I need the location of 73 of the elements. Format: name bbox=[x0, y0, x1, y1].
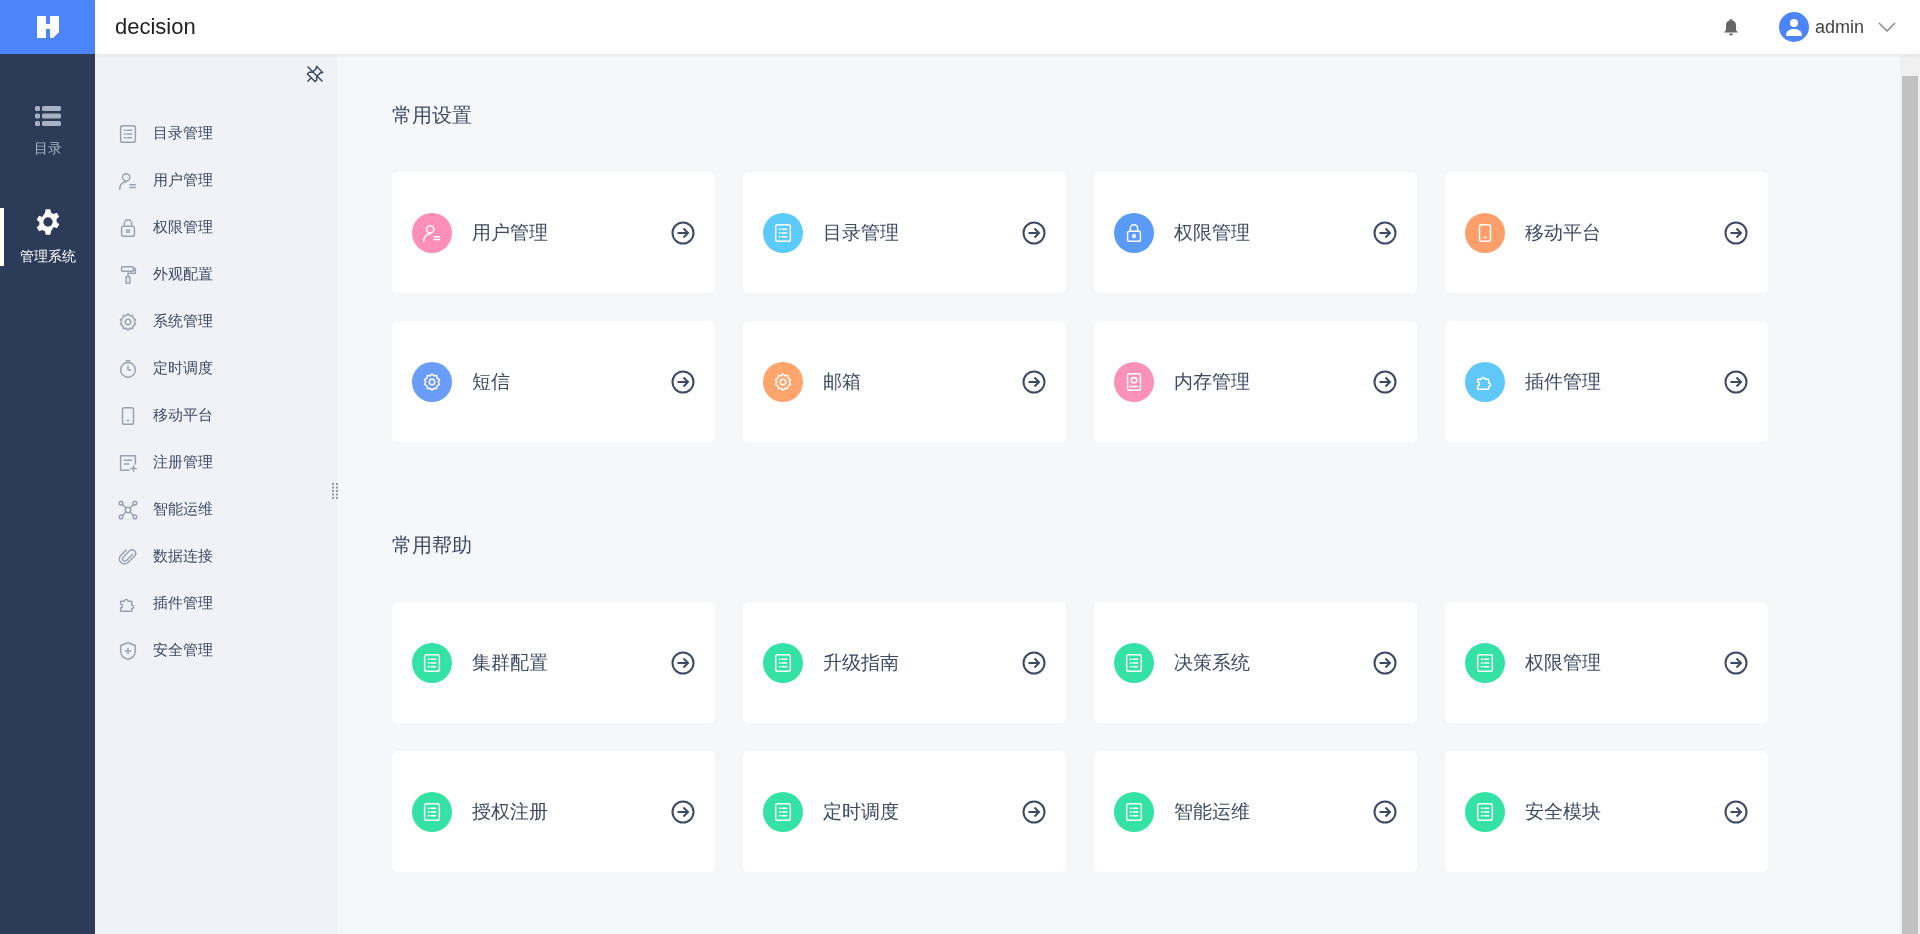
shortcut-card[interactable]: 决策系统 bbox=[1094, 602, 1417, 723]
shortcut-card[interactable]: 智能运维 bbox=[1094, 751, 1417, 872]
user-name[interactable]: admin bbox=[1814, 16, 1864, 38]
sidebar-item[interactable]: 智能运维 bbox=[95, 486, 337, 533]
shortcut-card[interactable]: 短信 bbox=[392, 321, 715, 442]
sidebar-item[interactable]: 定时调度 bbox=[95, 345, 337, 392]
arrow-right-icon[interactable] bbox=[671, 369, 695, 394]
list-icon bbox=[1123, 800, 1145, 823]
arrow-right-icon[interactable] bbox=[1724, 650, 1748, 675]
arrow-right-icon[interactable] bbox=[1373, 650, 1397, 675]
gear-icon bbox=[421, 370, 443, 393]
nav-tab[interactable]: 目录 bbox=[0, 104, 91, 158]
arrow-right-icon[interactable] bbox=[1022, 650, 1046, 675]
shortcut-card[interactable]: 升级指南 bbox=[743, 602, 1066, 723]
list-icon bbox=[117, 122, 139, 145]
avatar-icon[interactable] bbox=[1778, 12, 1809, 42]
arrow-right-icon[interactable] bbox=[1022, 220, 1046, 245]
arrow-right-icon[interactable] bbox=[1724, 799, 1748, 824]
app-title: decision bbox=[115, 14, 196, 40]
section-title: 常用设置 bbox=[392, 102, 473, 129]
drag-handle-icon[interactable] bbox=[331, 482, 339, 500]
shortcut-card[interactable]: 集群配置 bbox=[392, 602, 715, 723]
shortcut-card[interactable]: 内存管理 bbox=[1094, 321, 1417, 442]
shortcut-card[interactable]: 邮箱 bbox=[743, 321, 1066, 442]
gear-icon bbox=[117, 310, 139, 333]
nav-tab[interactable]: 管理系统 bbox=[0, 208, 91, 266]
list-icon bbox=[1474, 800, 1496, 823]
network-icon bbox=[117, 498, 139, 521]
list-icon bbox=[1474, 651, 1496, 674]
shortcut-card[interactable]: 权限管理 bbox=[1445, 602, 1768, 723]
chevron-down-icon[interactable] bbox=[1878, 22, 1896, 32]
sidebar-item[interactable]: 移动平台 bbox=[95, 392, 337, 439]
sidebar-item[interactable]: 插件管理 bbox=[95, 580, 337, 627]
arrow-right-icon[interactable] bbox=[1022, 369, 1046, 394]
unpin-icon[interactable] bbox=[305, 64, 325, 84]
sidebar-item[interactable]: 用户管理 bbox=[95, 157, 337, 204]
arrow-right-icon[interactable] bbox=[1373, 369, 1397, 394]
list-icon bbox=[1123, 651, 1145, 674]
arrow-right-icon[interactable] bbox=[671, 650, 695, 675]
section-title: 常用帮助 bbox=[392, 532, 473, 559]
list-icon bbox=[421, 651, 443, 674]
sidebar-item[interactable]: 注册管理 bbox=[95, 439, 337, 486]
arrow-right-icon[interactable] bbox=[1373, 220, 1397, 245]
shortcut-card[interactable]: 授权注册 bbox=[392, 751, 715, 872]
shortcut-card[interactable]: 定时调度 bbox=[743, 751, 1066, 872]
arrow-right-icon[interactable] bbox=[1724, 369, 1748, 394]
bell-icon[interactable] bbox=[1722, 18, 1739, 36]
shortcut-card[interactable]: 目录管理 bbox=[743, 172, 1066, 293]
arrow-right-icon[interactable] bbox=[1373, 799, 1397, 824]
arrow-right-icon[interactable] bbox=[671, 799, 695, 824]
list-icon bbox=[772, 221, 794, 244]
sidebar-item[interactable]: 系统管理 bbox=[95, 298, 337, 345]
shortcut-card[interactable]: 用户管理 bbox=[392, 172, 715, 293]
shortcut-card[interactable]: 插件管理 bbox=[1445, 321, 1768, 442]
sidebar-item[interactable]: 外观配置 bbox=[95, 251, 337, 298]
arrow-right-icon[interactable] bbox=[671, 220, 695, 245]
list-icon bbox=[772, 651, 794, 674]
sidebar-item[interactable]: 安全管理 bbox=[95, 627, 337, 674]
gear-icon bbox=[772, 370, 794, 393]
stopwatch-icon bbox=[117, 357, 139, 380]
shield-icon bbox=[117, 639, 139, 662]
shortcut-card[interactable]: 安全模块 bbox=[1445, 751, 1768, 872]
list-icon bbox=[421, 800, 443, 823]
list-icon bbox=[33, 104, 62, 128]
shortcut-card[interactable]: 移动平台 bbox=[1445, 172, 1768, 293]
list-icon bbox=[772, 800, 794, 823]
sidebar-item[interactable]: 数据连接 bbox=[95, 533, 337, 580]
arrow-right-icon[interactable] bbox=[1724, 220, 1748, 245]
scrollbar[interactable] bbox=[1900, 54, 1920, 934]
shortcut-card[interactable]: 权限管理 bbox=[1094, 172, 1417, 293]
sidebar-item[interactable]: 权限管理 bbox=[95, 204, 337, 251]
sidebar-item[interactable]: 目录管理 bbox=[95, 110, 337, 157]
arrow-right-icon[interactable] bbox=[1022, 799, 1046, 824]
